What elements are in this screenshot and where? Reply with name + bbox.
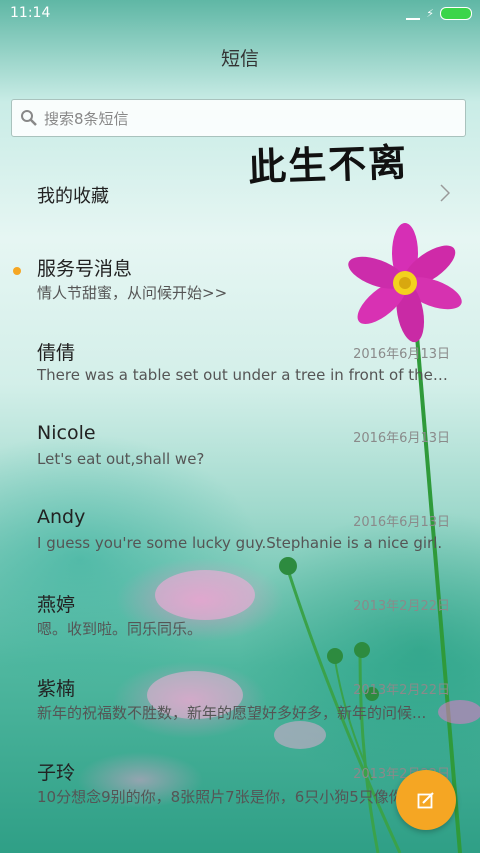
chevron-right-icon xyxy=(440,184,450,202)
signal-icon xyxy=(406,8,421,20)
conversation-name: Nicole xyxy=(37,422,96,444)
status-bar: 11:14 ⚡ xyxy=(0,0,480,28)
conversation-name: 倩倩 xyxy=(37,342,76,364)
page-title: 短信 xyxy=(220,48,259,70)
search-icon xyxy=(21,110,37,126)
compose-button[interactable] xyxy=(396,770,456,830)
charging-icon: ⚡ xyxy=(426,6,434,20)
conversation-date: 2013年2月22日 xyxy=(353,599,450,614)
conversation-preview: 10分想念9别的你，8张照片7张是你，6只小狗5只像你... xyxy=(37,788,419,806)
conversation-preview: I guess you're some lucky guy.Stephanie … xyxy=(37,534,443,552)
conversation-date: 2016年6月13日 xyxy=(353,431,450,446)
conversation-item[interactable]: Nicole 2016年6月13日 Let's eat out,shall we… xyxy=(0,422,480,502)
conversation-preview: 新年的祝福数不胜数，新年的愿望好多好多，新年的问候... xyxy=(37,704,427,722)
conversation-preview: 嗯。收到啦。同乐同乐。 xyxy=(37,620,203,638)
unread-dot xyxy=(13,267,21,275)
favorites-label: 我的收藏 xyxy=(37,186,109,207)
status-icons: ⚡ xyxy=(406,7,472,20)
conversation-date: 2013年2月22日 xyxy=(353,683,450,698)
conversation-preview: Let's eat out,shall we? xyxy=(37,450,205,468)
conversation-item[interactable]: 紫楠 2013年2月22日 新年的祝福数不胜数，新年的愿望好多好多，新年的问候.… xyxy=(0,674,480,754)
status-time: 11:14 xyxy=(10,5,51,21)
favorites-row[interactable]: 我的收藏 xyxy=(0,170,480,218)
conversation-item[interactable]: 燕婷 2013年2月22日 嗯。收到啦。同乐同乐。 xyxy=(0,590,480,670)
conversation-name: 紫楠 xyxy=(37,678,76,700)
conversation-name: 燕婷 xyxy=(37,594,76,616)
conversation-preview: 情人节甜蜜，从问候开始>> xyxy=(37,284,228,302)
conversation-preview: There was a table set out under a tree i… xyxy=(37,366,452,384)
conversation-name: 子玲 xyxy=(37,762,76,784)
compose-icon xyxy=(417,792,434,809)
conversation-name: Andy xyxy=(37,506,86,528)
conversation-date: 2016年6月13日 xyxy=(353,347,450,362)
conversation-date: 2016年6月13日 xyxy=(353,515,450,530)
conversation-name: 服务号消息 xyxy=(37,258,133,280)
battery-icon xyxy=(440,7,472,20)
conversation-item[interactable]: 倩倩 2016年6月13日 There was a table set out … xyxy=(0,338,480,418)
conversation-item[interactable]: Andy 2016年6月13日 I guess you're some luck… xyxy=(0,506,480,586)
conversation-item[interactable]: 服务号消息 情人节甜蜜，从问候开始>> xyxy=(0,254,480,334)
